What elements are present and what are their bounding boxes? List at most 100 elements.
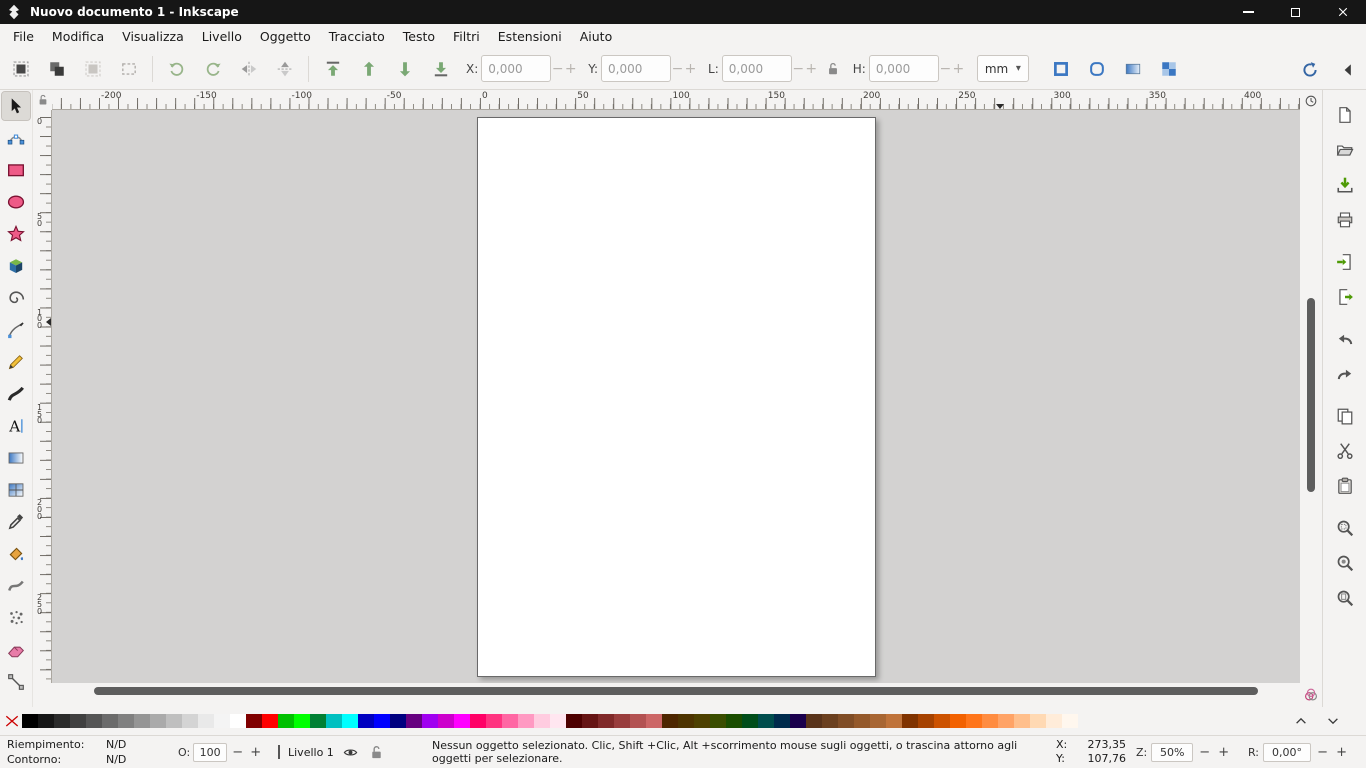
palette-swatch[interactable] bbox=[646, 714, 662, 728]
palette-swatch[interactable] bbox=[566, 714, 582, 728]
palette-swatch[interactable] bbox=[358, 714, 374, 728]
collapse-commands-panel-button[interactable] bbox=[1333, 55, 1362, 84]
palette-swatch[interactable] bbox=[1062, 714, 1078, 728]
export-icon[interactable] bbox=[1330, 282, 1359, 311]
palette-swatch[interactable] bbox=[502, 714, 518, 728]
menu-tracciato[interactable]: Tracciato bbox=[320, 26, 394, 47]
palette-swatch[interactable] bbox=[246, 714, 262, 728]
menu-visualizza[interactable]: Visualizza bbox=[113, 26, 193, 47]
x-field[interactable]: 0,000 bbox=[481, 55, 551, 82]
palette-swatch[interactable] bbox=[86, 714, 102, 728]
node-tool[interactable] bbox=[2, 124, 30, 152]
x-decrement-button[interactable]: − bbox=[551, 61, 564, 77]
close-button[interactable] bbox=[1319, 0, 1366, 24]
undo-icon[interactable] bbox=[1330, 324, 1359, 353]
palette-swatch[interactable] bbox=[454, 714, 470, 728]
palette-swatch[interactable] bbox=[518, 714, 534, 728]
selector-tool[interactable] bbox=[2, 92, 30, 120]
canvas[interactable] bbox=[52, 110, 1300, 683]
opacity-increment-button[interactable]: + bbox=[248, 745, 263, 760]
palette-swatch[interactable] bbox=[838, 714, 854, 728]
palette-swatch[interactable] bbox=[1046, 714, 1062, 728]
rotation-decrement-button[interactable]: − bbox=[1315, 745, 1330, 760]
ellipse-tool[interactable] bbox=[2, 188, 30, 216]
palette-swatch[interactable] bbox=[294, 714, 310, 728]
zoom-selection-icon[interactable] bbox=[1330, 513, 1359, 542]
eraser-tool[interactable] bbox=[2, 636, 30, 664]
layer-name[interactable]: Livello 1 bbox=[288, 746, 334, 759]
mesh-tool[interactable] bbox=[2, 476, 30, 504]
x-increment-button[interactable]: + bbox=[564, 61, 577, 77]
menu-file[interactable]: File bbox=[4, 26, 43, 47]
star-tool[interactable] bbox=[2, 220, 30, 248]
no-color-swatch[interactable] bbox=[3, 714, 20, 729]
palette-scroll-up-button[interactable] bbox=[1288, 710, 1314, 732]
unit-selector[interactable]: mm ▾ bbox=[977, 55, 1029, 82]
redo-icon[interactable] bbox=[1330, 359, 1359, 388]
palette-swatch[interactable] bbox=[934, 714, 950, 728]
flip-vertical-icon[interactable] bbox=[270, 54, 299, 83]
move-patterns-toggle-icon[interactable] bbox=[1155, 54, 1184, 83]
scale-stroke-toggle-icon[interactable] bbox=[1047, 54, 1076, 83]
ruler-corner-lock-toggle[interactable] bbox=[33, 90, 52, 110]
width-field[interactable]: 0,000 bbox=[722, 55, 792, 82]
spiral-tool[interactable] bbox=[2, 284, 30, 312]
palette-swatch[interactable] bbox=[182, 714, 198, 728]
zoom-page-icon[interactable] bbox=[1330, 583, 1359, 612]
cut-icon[interactable] bbox=[1330, 436, 1359, 465]
palette-swatch[interactable] bbox=[886, 714, 902, 728]
maximize-button[interactable] bbox=[1272, 0, 1319, 24]
pen-tool[interactable] bbox=[2, 316, 30, 344]
palette-swatch[interactable] bbox=[1030, 714, 1046, 728]
palette-swatch[interactable] bbox=[774, 714, 790, 728]
raise-to-top-icon[interactable] bbox=[318, 54, 347, 83]
palette-swatch[interactable] bbox=[230, 714, 246, 728]
palette-swatch[interactable] bbox=[694, 714, 710, 728]
move-gradients-toggle-icon[interactable] bbox=[1119, 54, 1148, 83]
select-all-icon[interactable] bbox=[6, 54, 35, 83]
palette-swatch[interactable] bbox=[534, 714, 550, 728]
palette-swatch[interactable] bbox=[1014, 714, 1030, 728]
palette-swatch[interactable] bbox=[790, 714, 806, 728]
vertical-scrollbar-thumb[interactable] bbox=[1307, 298, 1315, 492]
palette-swatch[interactable] bbox=[758, 714, 774, 728]
document-open-icon[interactable] bbox=[1330, 135, 1359, 164]
layer-visibility-toggle[interactable] bbox=[342, 743, 360, 761]
minimize-button[interactable] bbox=[1225, 0, 1272, 24]
width-increment-button[interactable]: + bbox=[805, 61, 818, 77]
snapping-toggle-button[interactable] bbox=[1295, 55, 1324, 84]
palette-swatch[interactable] bbox=[102, 714, 118, 728]
scale-corners-toggle-icon[interactable] bbox=[1083, 54, 1112, 83]
pencil-tool[interactable] bbox=[2, 348, 30, 376]
palette-swatch[interactable] bbox=[134, 714, 150, 728]
palette-swatch[interactable] bbox=[166, 714, 182, 728]
document-print-icon[interactable] bbox=[1330, 205, 1359, 234]
palette-swatch[interactable] bbox=[998, 714, 1014, 728]
palette-swatch[interactable] bbox=[198, 714, 214, 728]
color-management-toggle[interactable] bbox=[1300, 683, 1322, 707]
import-icon[interactable] bbox=[1330, 247, 1359, 276]
palette-swatch[interactable] bbox=[630, 714, 646, 728]
palette-swatch[interactable] bbox=[262, 714, 278, 728]
palette-swatch[interactable] bbox=[582, 714, 598, 728]
paste-icon[interactable] bbox=[1330, 471, 1359, 500]
lower-icon[interactable] bbox=[390, 54, 419, 83]
horizontal-scrollbar-thumb[interactable] bbox=[94, 687, 1258, 695]
duplicate-icon[interactable] bbox=[1330, 401, 1359, 430]
dropper-tool[interactable] bbox=[2, 508, 30, 536]
palette-swatch[interactable] bbox=[422, 714, 438, 728]
opacity-decrement-button[interactable]: − bbox=[230, 745, 245, 760]
menu-modifica[interactable]: Modifica bbox=[43, 26, 113, 47]
palette-swatch[interactable] bbox=[214, 714, 230, 728]
palette-swatch[interactable] bbox=[918, 714, 934, 728]
palette-swatch[interactable] bbox=[374, 714, 390, 728]
menu-aiuto[interactable]: Aiuto bbox=[571, 26, 622, 47]
palette-swatch[interactable] bbox=[742, 714, 758, 728]
palette-swatch[interactable] bbox=[870, 714, 886, 728]
rotation-increment-button[interactable]: + bbox=[1334, 745, 1349, 760]
flip-horizontal-icon[interactable] bbox=[234, 54, 263, 83]
palette-swatch[interactable] bbox=[406, 714, 422, 728]
tweak-tool[interactable] bbox=[2, 572, 30, 600]
height-decrement-button[interactable]: − bbox=[939, 61, 952, 77]
height-field[interactable]: 0,000 bbox=[869, 55, 939, 82]
